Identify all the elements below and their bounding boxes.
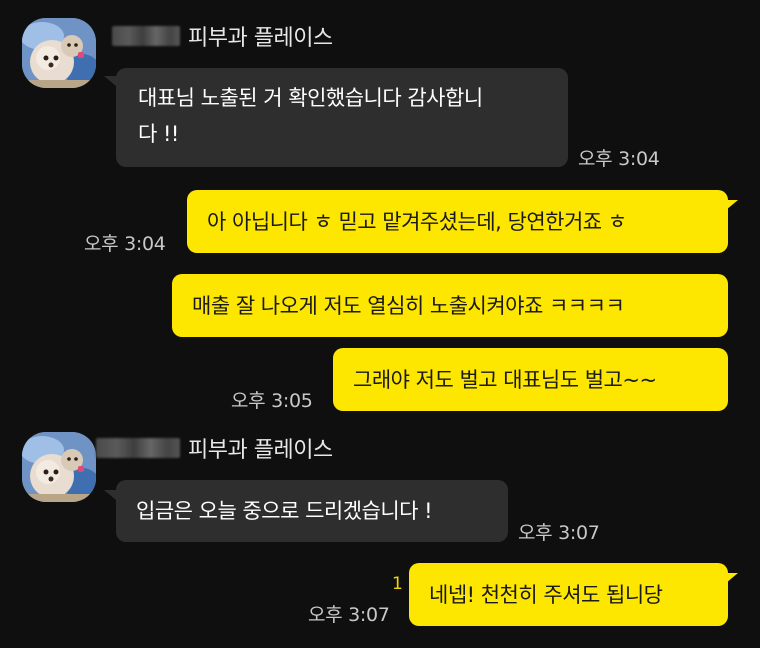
message-line: 다 !! (138, 122, 179, 146)
message-bubble-outgoing[interactable]: 네넵! 천천히 주셔도 됩니당 (409, 563, 728, 626)
masked-name (112, 26, 180, 46)
message-time: 오후 3:07 (518, 522, 600, 544)
message-time: 오후 3:04 (578, 148, 660, 170)
dog-photo-icon (22, 18, 96, 88)
bubble-tail (104, 76, 116, 86)
chat-screen: 피부과 플레이스 대표님 노출된 거 확인했습니다 감사합니 다 !! 오후 3… (0, 0, 760, 648)
bubble-tail (726, 573, 738, 583)
message-time: 오후 3:04 (84, 233, 166, 255)
dog-photo-icon (22, 432, 96, 502)
message-bubble-outgoing[interactable]: 매출 잘 나오게 저도 열심히 노출시켜야죠 ㅋㅋㅋㅋ (172, 274, 728, 337)
message-text: 입금은 오늘 중으로 드리겠습니다 ! (136, 499, 433, 523)
profile-avatar[interactable] (22, 18, 96, 88)
message-bubble-outgoing[interactable]: 아 아닙니다 ㅎ 믿고 맡겨주셨는데, 당연한거죠 ㅎ (187, 190, 728, 253)
profile-avatar[interactable] (22, 432, 96, 502)
message-time: 오후 3:07 (308, 604, 390, 626)
sender-name-row: 피부과 플레이스 (112, 22, 333, 51)
message-text: 아 아닙니다 ㅎ 믿고 맡겨주셨는데, 당연한거죠 ㅎ (207, 209, 627, 234)
message-time: 오후 3:05 (231, 390, 313, 412)
sender-name: 피부과 플레이스 (188, 26, 333, 51)
bubble-tail (726, 200, 738, 210)
message-text: 그래야 저도 벌고 대표님도 벌고~~ (353, 367, 657, 392)
unread-count: 1 (392, 574, 403, 594)
message-text: 매출 잘 나오게 저도 열심히 노출시켜야죠 ㅋㅋㅋㅋ (192, 293, 625, 318)
message-bubble-incoming[interactable]: 대표님 노출된 거 확인했습니다 감사합니 다 !! (116, 68, 568, 167)
sender-name: 피부과 플레이스 (188, 438, 333, 463)
message-bubble-outgoing[interactable]: 그래야 저도 벌고 대표님도 벌고~~ (333, 348, 728, 411)
message-text: 네넵! 천천히 주셔도 됩니당 (429, 582, 663, 607)
message-line: 대표님 노출된 거 확인했습니다 감사합니 (138, 86, 483, 110)
message-bubble-incoming[interactable]: 입금은 오늘 중으로 드리겠습니다 ! (116, 480, 508, 542)
bubble-tail (104, 490, 116, 500)
masked-name (96, 438, 180, 458)
sender-name-row: 피부과 플레이스 (96, 434, 333, 463)
